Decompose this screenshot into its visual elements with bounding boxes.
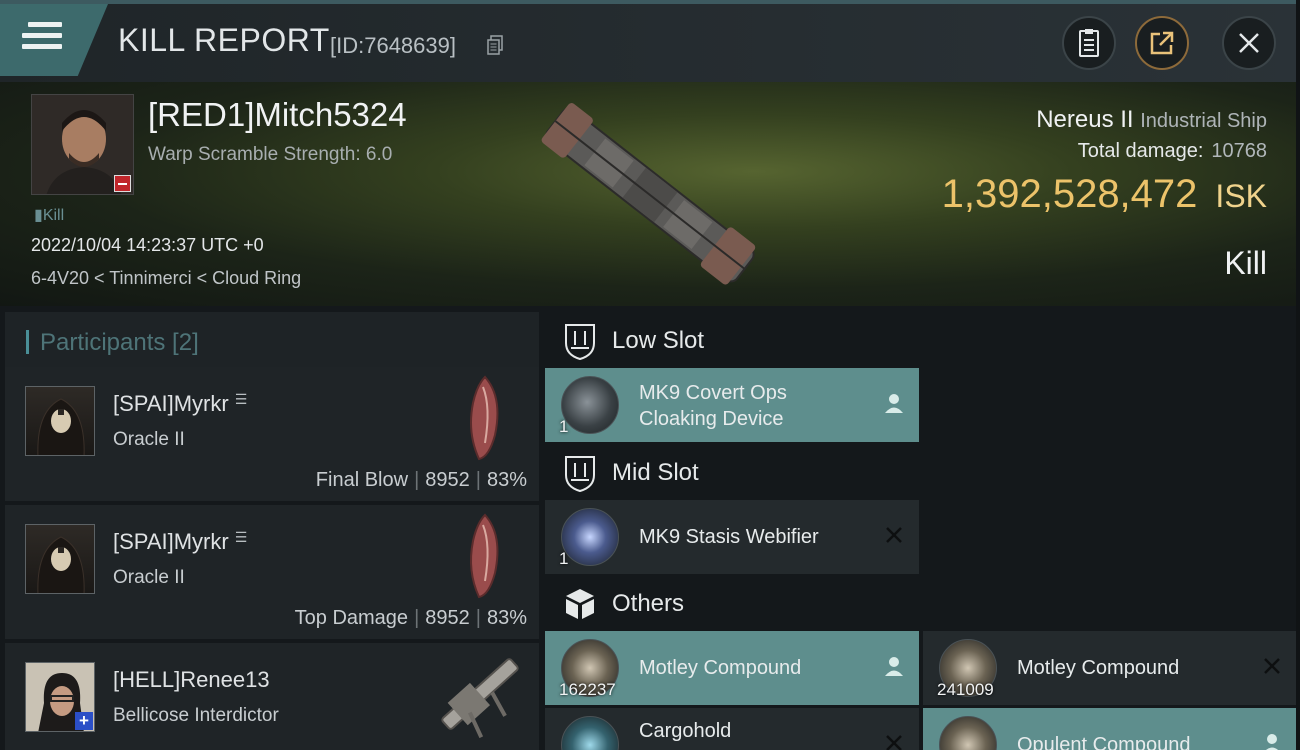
list-icon: ☰ xyxy=(234,529,248,545)
warp-scramble-strength: Warp Scramble Strength: 6.0 xyxy=(148,144,393,165)
participant-avatar xyxy=(25,524,95,594)
page-title: KILL REPORT xyxy=(118,22,330,58)
cloaking-device-icon xyxy=(561,376,619,434)
item-row[interactable]: 162237 Motley Compound xyxy=(545,631,919,705)
participant-stats: Final Blow | 8952 | 83% xyxy=(315,469,527,491)
item-name: Opulent Compound xyxy=(1017,734,1191,750)
kill-tag: ▮Kill xyxy=(34,207,65,224)
kill-location[interactable]: 6-4V20 < Tinnimerci < Cloud Ring xyxy=(31,268,301,289)
item-row[interactable]: Opulent Compound xyxy=(923,708,1297,750)
cargohold-icon xyxy=(561,716,619,750)
close-button[interactable] xyxy=(1222,16,1276,70)
person-icon xyxy=(885,657,903,676)
x-mark-icon xyxy=(886,735,902,750)
low-slot-header: Low Slot xyxy=(548,313,704,369)
victim-portrait[interactable] xyxy=(31,94,134,195)
x-mark-icon xyxy=(1264,658,1280,674)
right-edge xyxy=(1296,0,1300,750)
participant-ship-image xyxy=(441,658,519,739)
participant-row[interactable]: [SPAI]Myrkr ☰ Oracle II Final Blow | 8952 | 8… xyxy=(5,367,539,501)
participant-ship: Bellicose Interdictor xyxy=(113,705,279,726)
hamburger-icon[interactable] xyxy=(22,22,62,56)
share-button[interactable] xyxy=(1135,16,1189,70)
participants-header: Participants [2] xyxy=(5,312,539,370)
participant-row[interactable]: + [HELL]Renee13 Bellicose Interdictor xyxy=(5,643,539,750)
standing-badge: + xyxy=(75,712,93,730)
item-row[interactable]: 1 MK9 Covert Ops Cloaking Device xyxy=(545,368,919,442)
kill-id: [ID:7648639] xyxy=(330,33,456,58)
participants-panel: Participants [2] [SPAI]Myrkr ☰ Oracle II … xyxy=(0,306,542,750)
item-row[interactable]: 241009 Motley Compound xyxy=(923,631,1297,705)
participant-ship-image xyxy=(470,513,499,599)
clipboard-icon xyxy=(1079,29,1099,57)
isk-value: 1,392,528,472 ISK xyxy=(941,172,1267,216)
victim-ship-image[interactable] xyxy=(520,90,780,300)
kill-type: Kill xyxy=(1224,245,1267,281)
close-icon xyxy=(1239,33,1259,53)
total-damage: Total damage: 10768 xyxy=(1077,140,1267,162)
compound-icon xyxy=(939,716,997,750)
mid-slot-header: Mid Slot xyxy=(548,445,699,501)
others-header: Others xyxy=(548,576,684,632)
participant-name: [HELL]Renee13 xyxy=(113,667,270,692)
item-row[interactable]: Cargohold xyxy=(545,708,919,750)
standing-badge xyxy=(114,175,131,192)
list-icon: ☰ xyxy=(234,391,248,407)
item-name: MK9 Stasis Webifier xyxy=(639,526,819,548)
shield-slot-icon xyxy=(565,456,595,493)
participant-stats: Top Damage | 8952 | 83% xyxy=(294,607,527,629)
share-icon xyxy=(1150,31,1174,55)
participant-name: [SPAI]Myrkr ☰ xyxy=(113,529,248,554)
person-icon xyxy=(885,394,903,413)
person-icon xyxy=(1266,734,1278,750)
copy-icon[interactable] xyxy=(487,35,504,55)
item-name: Motley Compound xyxy=(1017,657,1180,679)
stasis-webifier-icon xyxy=(561,508,619,566)
kill-datetime: 2022/10/04 14:23:37 UTC +0 xyxy=(31,235,264,255)
x-mark-icon xyxy=(886,527,902,543)
participant-avatar: + xyxy=(25,662,95,732)
item-name: Motley Compound xyxy=(639,657,802,679)
participant-ship: Oracle II xyxy=(113,429,185,450)
cube-icon xyxy=(566,589,594,619)
top-bar: KILL REPORT [ID:7648639] xyxy=(0,0,1300,82)
victim-ship-name[interactable]: Nereus II Industrial Ship xyxy=(1036,106,1267,134)
item-name: MK9 Covert Ops Cloaking Device xyxy=(639,382,787,430)
participant-ship-image xyxy=(470,375,499,461)
participant-row[interactable]: [SPAI]Myrkr ☰ Oracle II Top Damage | 8952 | 8… xyxy=(5,505,539,639)
clipboard-button[interactable] xyxy=(1062,16,1116,70)
item-name: Cargohold xyxy=(639,720,732,742)
victim-name[interactable]: [RED1]Mitch5324 xyxy=(148,96,407,134)
participant-avatar xyxy=(25,386,95,456)
participant-name: [SPAI]Myrkr ☰ xyxy=(113,391,248,416)
item-row[interactable]: 1 MK9 Stasis Webifier xyxy=(545,500,919,574)
participant-ship: Oracle II xyxy=(113,567,185,588)
shield-slot-icon xyxy=(565,324,595,361)
